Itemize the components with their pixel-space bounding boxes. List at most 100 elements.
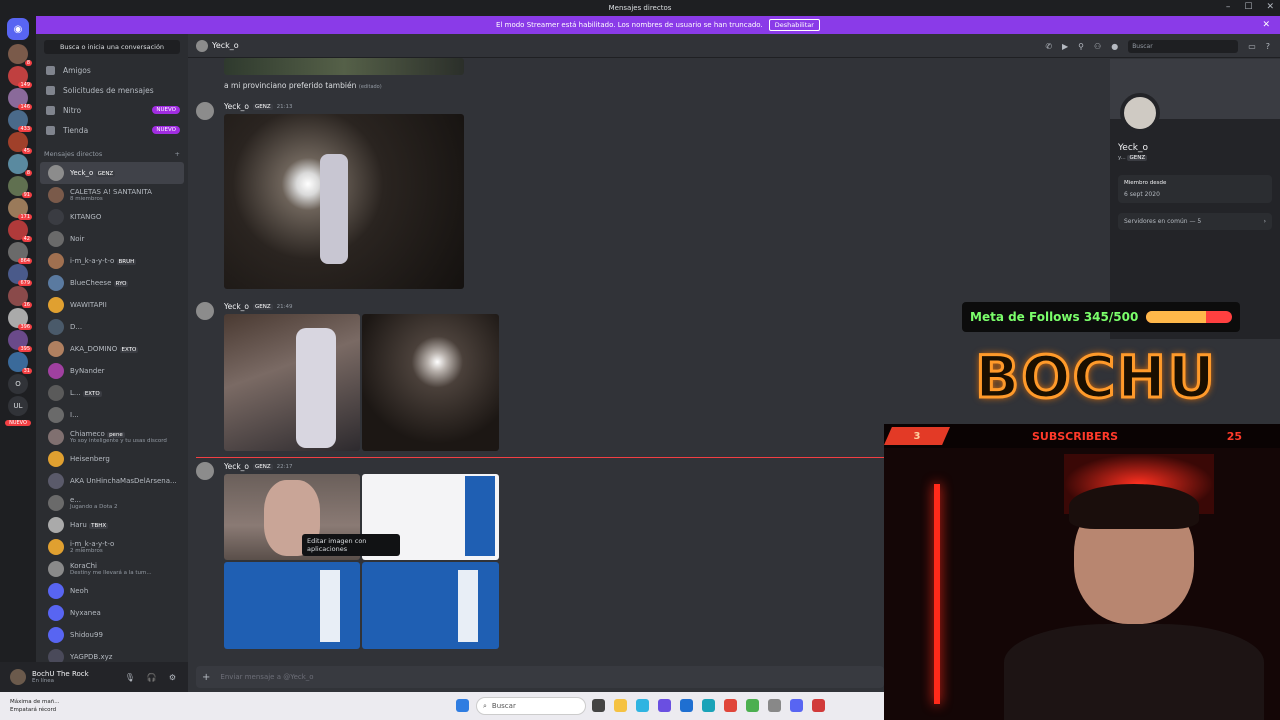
message-author[interactable]: Yeck_o xyxy=(224,102,249,111)
server-icon[interactable]: 679 xyxy=(8,264,32,286)
unread-badge: 8 xyxy=(24,170,32,176)
server-icon[interactable]: 91 xyxy=(8,176,32,198)
avatar[interactable] xyxy=(10,669,26,685)
server-icon[interactable]: 396 xyxy=(8,308,32,330)
file-explorer-icon[interactable] xyxy=(614,699,627,712)
dm-item[interactable]: Noir xyxy=(40,228,184,250)
server-icon[interactable]: 864 xyxy=(8,242,32,264)
maximize-icon[interactable]: ☐ xyxy=(1244,2,1252,12)
server-icon[interactable]: 395 xyxy=(8,330,32,352)
dm-item[interactable]: Nyxanea xyxy=(40,602,184,624)
profile-icon[interactable]: ● xyxy=(1111,42,1118,51)
pin-icon[interactable]: ⚲ xyxy=(1078,42,1084,51)
nav-item-shop[interactable]: Tienda NUEVO xyxy=(36,120,188,140)
message-input[interactable]: Enviar mensaje a @Yeck_o xyxy=(220,673,313,681)
chrome-icon[interactable] xyxy=(724,699,737,712)
server-icon[interactable]: 16 xyxy=(8,286,32,308)
nav-item-friends[interactable]: Amigos xyxy=(36,60,188,80)
attachment-image[interactable] xyxy=(362,314,499,451)
timestamp: 22:17 xyxy=(276,463,293,470)
server-icon[interactable]: 149 xyxy=(8,66,32,88)
dm-item[interactable]: AKA UnHinchaMasDelArsena... xyxy=(40,470,184,492)
chrome-icon[interactable] xyxy=(746,699,759,712)
server-icon[interactable]: 42 xyxy=(8,220,32,242)
server-icon[interactable]: 8 xyxy=(8,44,32,66)
task-view-icon[interactable] xyxy=(592,699,605,712)
video-icon[interactable]: ▶ xyxy=(1062,42,1068,51)
dm-item[interactable]: CALETAS A! SANTANITA 8 miembros xyxy=(40,184,184,206)
discord-icon[interactable] xyxy=(790,699,803,712)
weather-widget[interactable]: Máxima de mañ... Empatará récord xyxy=(10,698,59,714)
plus-icon[interactable]: + xyxy=(202,672,210,683)
edge-icon[interactable] xyxy=(702,699,715,712)
disable-streamer-button[interactable]: Deshabilitar xyxy=(768,19,820,31)
headphones-icon[interactable]: 🎧 xyxy=(147,673,157,682)
dm-item[interactable]: Shidou99 xyxy=(40,624,184,646)
server-icon[interactable]: 433 xyxy=(8,110,32,132)
outlook-icon[interactable] xyxy=(680,699,693,712)
app-icon[interactable] xyxy=(812,699,825,712)
dm-item[interactable]: KoraChi Destiny me llevará a la tum... xyxy=(40,558,184,580)
server-icon[interactable]: 8 xyxy=(8,154,32,176)
dm-item[interactable]: Yeck_o GENZ xyxy=(40,162,184,184)
timestamp: 21:49 xyxy=(276,303,293,310)
app-icon[interactable] xyxy=(636,699,649,712)
dm-item[interactable]: AKA_DOMINO EXTO xyxy=(40,338,184,360)
dm-item[interactable]: e... Jugando a Dota 2 xyxy=(40,492,184,514)
dm-item[interactable]: Heisenberg xyxy=(40,448,184,470)
windows-start-icon[interactable] xyxy=(456,699,469,712)
server-icon[interactable]: 45 xyxy=(8,132,32,154)
dm-item[interactable]: WAWITAPII xyxy=(40,294,184,316)
discord-home-icon[interactable]: ◉ xyxy=(7,18,29,40)
message-author[interactable]: Yeck_o xyxy=(224,462,249,471)
add-friend-icon[interactable]: ⚇ xyxy=(1094,42,1101,51)
message-author[interactable]: Yeck_o xyxy=(224,302,249,311)
attachment-image[interactable] xyxy=(224,562,360,649)
attachment-image[interactable] xyxy=(224,58,464,75)
dm-sidebar: Busca o inicia una conversación Amigos So… xyxy=(36,34,188,665)
taskbar-search[interactable]: ⌕ Buscar xyxy=(476,697,586,715)
dm-item[interactable]: Haru TBHX xyxy=(40,514,184,536)
dm-item[interactable]: L... EXTO xyxy=(40,382,184,404)
server-icon[interactable]: 31 xyxy=(8,352,32,374)
server-icon[interactable]: 171 xyxy=(8,198,32,220)
nav-item-nitro[interactable]: Nitro NUEVO xyxy=(36,100,188,120)
app-icon[interactable] xyxy=(658,699,671,712)
dm-item[interactable]: ByNander xyxy=(40,360,184,382)
taskbar: Máxima de mañ... Empatará récord ⌕ Busca… xyxy=(0,692,884,720)
close-icon[interactable]: ✕ xyxy=(1266,2,1274,12)
avatar[interactable] xyxy=(196,302,214,320)
dm-item[interactable]: BlueCheese RYO xyxy=(40,272,184,294)
server-icon[interactable]: 146 xyxy=(8,88,32,110)
inbox-icon[interactable]: ▭ xyxy=(1248,42,1256,51)
help-icon[interactable]: ? xyxy=(1266,42,1270,51)
gear-icon[interactable]: ⚙ xyxy=(169,673,176,682)
dm-item[interactable]: i-m_k-a-y-t-o 2 miembros xyxy=(40,536,184,558)
add-dm-icon[interactable]: + xyxy=(175,150,180,158)
server-icon[interactable]: O xyxy=(8,374,28,394)
app-icon[interactable] xyxy=(768,699,781,712)
dm-item[interactable]: I... xyxy=(40,404,184,426)
nav-item-message-requests[interactable]: Solicitudes de mensajes xyxy=(36,80,188,100)
close-icon[interactable]: ✕ xyxy=(1262,20,1270,30)
minimize-icon[interactable]: – xyxy=(1226,2,1231,12)
server-icon[interactable]: UL xyxy=(8,396,28,416)
avatar[interactable] xyxy=(1120,93,1160,133)
dm-search-button[interactable]: Busca o inicia una conversación xyxy=(44,40,180,54)
window-controls: – ☐ ✕ xyxy=(1226,2,1274,12)
attachment-image[interactable] xyxy=(224,114,464,289)
common-servers-row[interactable]: Servidores en común — 5 › xyxy=(1118,213,1272,230)
dm-item[interactable]: i-m_k-a-y-t-o BRUH xyxy=(40,250,184,272)
dm-name: Nyxanea xyxy=(70,609,101,617)
avatar[interactable] xyxy=(196,102,214,120)
search-input[interactable]: Buscar xyxy=(1128,40,1239,53)
dm-item[interactable]: Chiameco pene Yo soy inteligente y tu usa… xyxy=(40,426,184,448)
dm-item[interactable]: D... xyxy=(40,316,184,338)
dm-item[interactable]: KITANGO xyxy=(40,206,184,228)
attachment-image[interactable] xyxy=(362,562,499,649)
avatar[interactable] xyxy=(196,462,214,480)
call-icon[interactable]: ✆ xyxy=(1045,42,1052,51)
microphone-icon[interactable]: 🎙 xyxy=(125,673,135,682)
attachment-image[interactable] xyxy=(224,314,360,451)
dm-item[interactable]: Neoh xyxy=(40,580,184,602)
